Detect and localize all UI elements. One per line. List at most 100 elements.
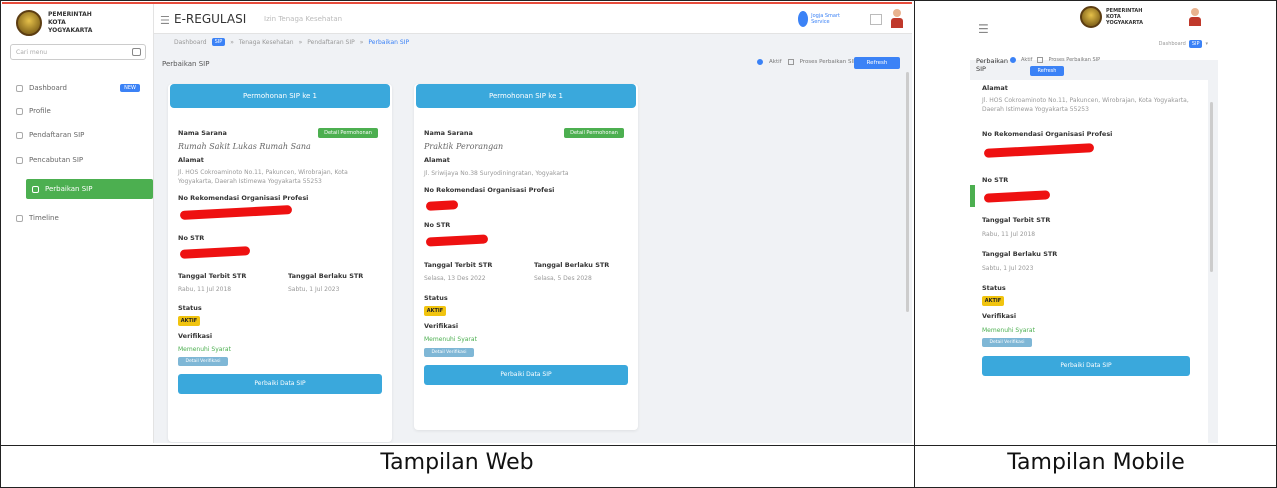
checkbox-proses-label: Proses Perbaikan SIP xyxy=(799,59,857,65)
filter-row: Aktif Proses Perbaikan SIP xyxy=(1010,57,1100,63)
berlaku-value: Sabtu, 1 Jul 2023 xyxy=(288,286,340,293)
menu-icon[interactable]: ☰ xyxy=(978,22,989,36)
app-logo[interactable]: PEMERINTAH KOTA YOGYAKARTA xyxy=(16,10,108,36)
mobile-breadcrumb: Dashboard SIP ▾ xyxy=(1159,40,1208,48)
status-label: Status xyxy=(178,304,202,312)
avatar-body xyxy=(891,18,903,28)
apps-icon[interactable] xyxy=(870,14,882,25)
radio-aktif-label: Aktif xyxy=(1021,57,1033,63)
avatar-body xyxy=(1189,17,1201,26)
scrollbar[interactable] xyxy=(1210,102,1213,272)
perbaiki-data-button[interactable]: Perbaiki Data SIP xyxy=(982,356,1190,376)
dashboard-icon xyxy=(16,84,23,92)
page-title: Perbaikan SIP xyxy=(976,57,1009,73)
breadcrumb-badge: SIP xyxy=(211,38,226,46)
avatar-head xyxy=(893,9,901,17)
sidebar: PEMERINTAH KOTA YOGYAKARTA Cari menu Das… xyxy=(2,4,154,443)
berlaku-label: Tanggal Berlaku STR xyxy=(288,272,364,280)
caption-mobile: Tampilan Mobile xyxy=(1007,450,1185,475)
column-divider xyxy=(914,0,915,488)
card-header: Permohonan SIP ke 1 xyxy=(416,84,636,108)
breadcrumb-item[interactable]: Tenaga Kesehatan xyxy=(239,39,294,46)
side-drawer-tab[interactable] xyxy=(970,185,975,207)
redaction-mark xyxy=(983,143,1095,158)
search-icon[interactable] xyxy=(132,48,141,56)
redaction-mark xyxy=(983,190,1051,203)
scrollbar[interactable] xyxy=(906,72,909,312)
new-badge: NEW xyxy=(120,84,140,92)
app-logo[interactable]: PEMERINTAH KOTA YOGYAKARTA xyxy=(1080,6,1156,28)
sidebar-item-perbaikan[interactable]: Perbaikan SIP xyxy=(26,179,153,199)
verif-value: Memenuhi Syarat xyxy=(424,336,477,343)
chevron-down-icon[interactable]: ▾ xyxy=(1205,41,1208,47)
radio-aktif-label: Aktif xyxy=(769,59,782,65)
filter-row: Aktif Proses Perbaikan SIP xyxy=(757,59,856,65)
sidebar-item-label: Dashboard xyxy=(29,84,67,92)
detail-button[interactable]: Detail Permohonan xyxy=(564,128,624,138)
rekom-label: No Rekomendasi Organisasi Profesi xyxy=(178,194,309,202)
user-icon xyxy=(16,107,23,115)
breadcrumb: Dashboard SIP » Tenaga Kesehatan » Penda… xyxy=(174,38,409,46)
terbit-value: Rabu, 11 Jul 2018 xyxy=(178,286,232,293)
detail-verifikasi-button[interactable]: Detail Verifikasi xyxy=(982,338,1032,347)
breadcrumb-item[interactable]: Dashboard xyxy=(174,39,207,46)
timeline-icon xyxy=(16,214,23,222)
brand-text: Jogja Smart Service xyxy=(811,13,840,25)
terbit-label: Tanggal Terbit STR xyxy=(178,272,247,280)
menu-icon[interactable]: ☰ xyxy=(160,14,170,27)
str-label: No STR xyxy=(178,234,205,242)
checkbox-proses[interactable] xyxy=(787,59,794,65)
sidebar-item-profile[interactable]: Profile xyxy=(16,103,144,119)
sidebar-search-input[interactable]: Cari menu xyxy=(10,44,146,60)
page-title: Perbaikan SIP xyxy=(162,60,210,68)
checkbox-proses[interactable] xyxy=(1037,57,1044,63)
alamat-value: Jl. Sriwijaya No.38 Suryodiningratan, Yo… xyxy=(424,170,569,177)
chevron-icon: » xyxy=(298,38,303,46)
radio-aktif[interactable] xyxy=(757,59,763,65)
radio-aktif[interactable] xyxy=(1010,57,1016,63)
sidebar-item-timeline[interactable]: Timeline xyxy=(16,210,144,226)
sip-card-2: Permohonan SIP ke 1 Nama Sarana Detail P… xyxy=(414,84,638,430)
sidebar-item-label: Perbaikan SIP xyxy=(45,185,93,193)
edit-icon xyxy=(32,185,39,193)
verif-label: Verifikasi xyxy=(178,332,213,340)
terbit-label: Tanggal Terbit STR xyxy=(424,261,493,269)
sidebar-item-pencabutan[interactable]: Pencabutan SIP xyxy=(16,152,144,168)
breadcrumb-item[interactable]: Dashboard xyxy=(1159,41,1186,47)
berlaku-label: Tanggal Berlaku STR xyxy=(534,261,610,269)
str-label: No STR xyxy=(424,221,451,229)
detail-verifikasi-button[interactable]: Detail Verifikasi xyxy=(178,357,228,366)
refresh-button[interactable]: Refresh xyxy=(854,57,900,69)
perbaiki-data-button[interactable]: Perbaiki Data SIP xyxy=(424,365,628,385)
web-view: PEMERINTAH KOTA YOGYAKARTA Cari menu Das… xyxy=(2,2,912,443)
berlaku-value: Sabtu, 1 Jul 2023 xyxy=(982,265,1034,272)
status-badge: AKTIF xyxy=(982,296,1004,306)
status-label: Status xyxy=(424,294,448,302)
app-header: ☰ E-REGULASI Izin Tenaga Kesehatan Jogja… xyxy=(154,4,912,34)
detail-verifikasi-button[interactable]: Detail Verifikasi xyxy=(424,348,474,357)
chevron-icon: » xyxy=(359,38,364,46)
app-subtitle: Izin Tenaga Kesehatan xyxy=(264,15,343,23)
detail-button[interactable]: Detail Permohonan xyxy=(318,128,378,138)
city-emblem-icon xyxy=(1080,6,1102,28)
breadcrumb-item[interactable]: Pendaftaran SIP xyxy=(307,39,354,46)
user-avatar[interactable] xyxy=(1188,8,1202,26)
app-title: E-REGULASI xyxy=(174,12,247,26)
status-badge: AKTIF xyxy=(178,316,200,326)
card-header: Permohonan SIP ke 1 xyxy=(170,84,390,108)
status-label: Status xyxy=(982,284,1006,292)
sidebar-item-label: Profile xyxy=(29,107,51,115)
alamat-label: Alamat xyxy=(178,156,204,164)
berlaku-value: Selasa, 5 Des 2028 xyxy=(534,275,592,282)
user-avatar[interactable] xyxy=(890,9,904,29)
sidebar-item-pendaftaran[interactable]: Pendaftaran SIP xyxy=(16,127,144,143)
perbaiki-data-button[interactable]: Perbaiki Data SIP xyxy=(178,374,382,394)
refresh-button[interactable]: Refresh xyxy=(1030,66,1064,76)
terbit-value: Rabu, 11 Jul 2018 xyxy=(982,231,1036,238)
breadcrumb-item-current[interactable]: Perbaikan SIP xyxy=(368,39,409,46)
status-badge: AKTIF xyxy=(424,306,446,316)
brand-logo: Jogja Smart Service xyxy=(798,10,842,28)
nama-value: Praktik Perorangan xyxy=(424,142,504,151)
nama-value: Rumah Sakit Lukas Rumah Sana xyxy=(178,142,311,151)
sidebar-item-dashboard[interactable]: Dashboard NEW xyxy=(16,80,144,96)
